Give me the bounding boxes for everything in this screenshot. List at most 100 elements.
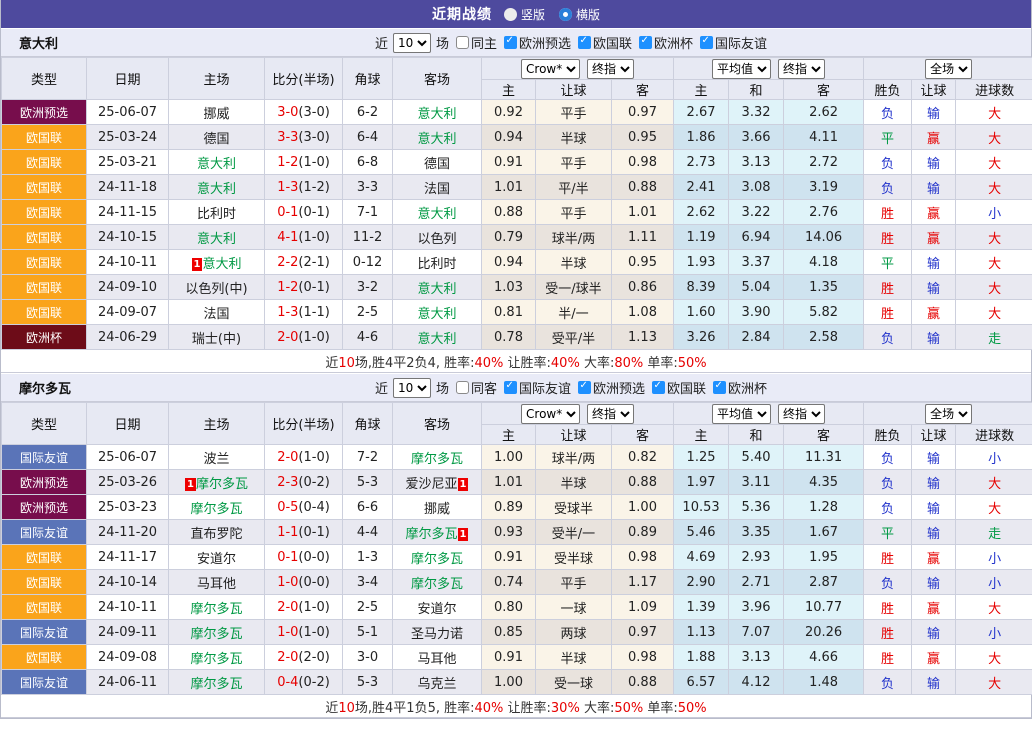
match-count-select[interactable]: 10 bbox=[393, 378, 431, 398]
record-summary: 近10场,胜4平2负4, 胜率:40% 让胜率:40% 大率:80% 单率:50… bbox=[1, 350, 1031, 373]
final-index-select-b[interactable]: 终指 bbox=[778, 404, 825, 424]
handicap-line: 受半球 bbox=[536, 545, 612, 570]
away-team-cell: 安道尔 bbox=[393, 595, 482, 620]
scope-select[interactable]: 全场 bbox=[925, 59, 972, 79]
league-filter-3[interactable]: 欧洲杯 bbox=[713, 378, 767, 397]
radio-selected-icon[interactable] bbox=[559, 8, 572, 21]
handicap-home-odds: 0.94 bbox=[482, 250, 536, 275]
home-team-name: 瑞士(中) bbox=[192, 332, 241, 347]
result-handicap: 输 bbox=[912, 275, 956, 300]
same-venue-filter[interactable]: 同客 bbox=[456, 378, 497, 397]
checkbox-checked-icon[interactable] bbox=[504, 381, 517, 394]
handicap-home-odds: 0.81 bbox=[482, 300, 536, 325]
bookmaker-select[interactable]: Crow* bbox=[521, 404, 580, 424]
result-wdl: 负 bbox=[864, 470, 912, 495]
away-team-cell: 意大利 bbox=[393, 100, 482, 125]
checkbox-checked-icon[interactable] bbox=[639, 36, 652, 49]
league-type-cell: 欧国联 bbox=[2, 250, 87, 275]
avg-away-odds: 5.82 bbox=[784, 300, 864, 325]
league-filter-1[interactable]: 欧国联 bbox=[578, 33, 632, 52]
layout-option-horizontal[interactable]: 横版 bbox=[559, 6, 600, 23]
bookmaker-select[interactable]: Crow* bbox=[521, 59, 580, 79]
handicap-line: 半球 bbox=[536, 125, 612, 150]
away-team-cell: 意大利 bbox=[393, 325, 482, 350]
checkbox-checked-icon[interactable] bbox=[652, 381, 665, 394]
date-cell: 25-03-26 bbox=[87, 470, 169, 495]
league-filter-0[interactable]: 欧洲预选 bbox=[504, 33, 571, 52]
match-row: 欧洲杯24-06-29瑞士(中)2-0(1-0)4-6意大利0.78受平/半1.… bbox=[2, 325, 1032, 350]
league-filter-2[interactable]: 欧国联 bbox=[652, 378, 706, 397]
home-team-cell: 瑞士(中) bbox=[169, 325, 265, 350]
home-team-cell: 摩尔多瓦 bbox=[169, 670, 265, 695]
handicap-home-odds: 1.03 bbox=[482, 275, 536, 300]
full-time-score: 3-0 bbox=[277, 105, 298, 120]
checkbox-unchecked-icon[interactable] bbox=[456, 381, 469, 394]
checkbox-checked-icon[interactable] bbox=[700, 36, 713, 49]
away-team-cell: 马耳他 bbox=[393, 645, 482, 670]
handicap-home-odds: 0.91 bbox=[482, 645, 536, 670]
home-team-name: 摩尔多瓦 bbox=[190, 627, 242, 642]
avg-away-odds: 2.62 bbox=[784, 100, 864, 125]
handicap-away-odds: 1.08 bbox=[612, 300, 674, 325]
result-goals: 走 bbox=[956, 520, 1032, 545]
avg-home-odds: 1.25 bbox=[674, 445, 729, 470]
col-header-type: 类型 bbox=[2, 58, 87, 100]
avg-select[interactable]: 平均值 bbox=[712, 59, 771, 79]
col-header-away: 客场 bbox=[393, 403, 482, 445]
result-wdl: 负 bbox=[864, 150, 912, 175]
panel-header: 近期战绩 竖版 横版 bbox=[1, 0, 1031, 28]
full-time-score: 1-0 bbox=[277, 575, 298, 590]
handicap-line: 受半/一 bbox=[536, 520, 612, 545]
league-filter-0[interactable]: 国际友谊 bbox=[504, 378, 571, 397]
league-type-cell: 欧国联 bbox=[2, 570, 87, 595]
checkbox-checked-icon[interactable] bbox=[578, 36, 591, 49]
handicap-home-odds: 1.00 bbox=[482, 670, 536, 695]
home-team-cell: 意大利 bbox=[169, 225, 265, 250]
average-odds-group-header: 平均值 终指 bbox=[674, 58, 864, 80]
home-team-cell: 1意大利 bbox=[169, 250, 265, 275]
scope-select[interactable]: 全场 bbox=[925, 404, 972, 424]
corner-cell: 3-3 bbox=[343, 175, 393, 200]
result-wdl: 平 bbox=[864, 125, 912, 150]
away-team-name: 圣马力诺 bbox=[411, 627, 463, 642]
league-filter-2[interactable]: 欧洲杯 bbox=[639, 33, 693, 52]
handicap-line: 平手 bbox=[536, 100, 612, 125]
handicap-group-header: Crow* 终指 bbox=[482, 58, 674, 80]
avg-away-odds: 1.67 bbox=[784, 520, 864, 545]
checkbox-checked-icon[interactable] bbox=[504, 36, 517, 49]
match-count-select[interactable]: 10 bbox=[393, 33, 431, 53]
away-team-name: 摩尔多瓦 bbox=[411, 452, 463, 467]
layout-option-vertical[interactable]: 竖版 bbox=[504, 6, 545, 23]
same-venue-filter[interactable]: 同主 bbox=[456, 33, 497, 52]
result-handicap: 输 bbox=[912, 570, 956, 595]
final-index-select-a[interactable]: 终指 bbox=[587, 59, 634, 79]
league-filter-3[interactable]: 国际友谊 bbox=[700, 33, 767, 52]
handicap-away-odds: 1.01 bbox=[612, 200, 674, 225]
radio-unselected-icon[interactable] bbox=[504, 8, 517, 21]
result-goals: 小 bbox=[956, 545, 1032, 570]
home-team-name: 摩尔多瓦 bbox=[190, 652, 242, 667]
final-index-select-b[interactable]: 终指 bbox=[778, 59, 825, 79]
avg-away-odds: 1.28 bbox=[784, 495, 864, 520]
league-filter-1[interactable]: 欧洲预选 bbox=[578, 378, 645, 397]
corner-cell: 7-1 bbox=[343, 200, 393, 225]
checkbox-unchecked-icon[interactable] bbox=[456, 36, 469, 49]
summary-text: 大率: bbox=[580, 356, 615, 371]
half-time-score: (1-1) bbox=[298, 305, 329, 320]
avg-select[interactable]: 平均值 bbox=[712, 404, 771, 424]
half-time-score: (0-2) bbox=[298, 675, 329, 690]
checkbox-checked-icon[interactable] bbox=[578, 381, 591, 394]
handicap-away-odds: 0.88 bbox=[612, 670, 674, 695]
home-team-name: 比利时 bbox=[197, 207, 236, 222]
score-cell: 2-0(1-0) bbox=[265, 325, 343, 350]
games-label: 场 bbox=[436, 33, 449, 52]
result-handicap: 赢 bbox=[912, 300, 956, 325]
final-index-select-a[interactable]: 终指 bbox=[587, 404, 634, 424]
half-time-score: (1-0) bbox=[298, 330, 329, 345]
result-wdl: 负 bbox=[864, 175, 912, 200]
checkbox-checked-icon[interactable] bbox=[713, 381, 726, 394]
filter-controls: 近 10 场 同客 国际友谊 欧洲预选 欧国联 欧洲杯 bbox=[375, 378, 767, 398]
handicap-home-odds: 0.78 bbox=[482, 325, 536, 350]
away-team-cell: 摩尔多瓦1 bbox=[393, 520, 482, 545]
handicap-home-odds: 0.80 bbox=[482, 595, 536, 620]
